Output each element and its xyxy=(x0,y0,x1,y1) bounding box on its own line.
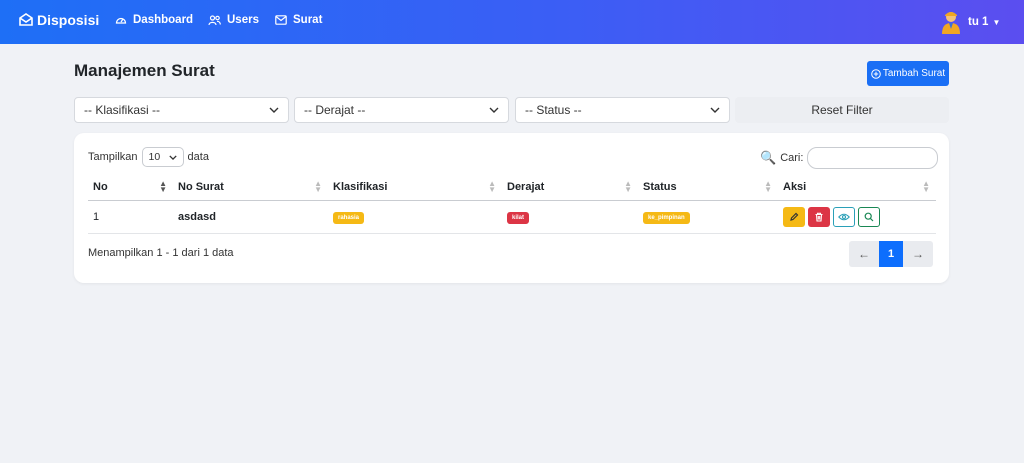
surat-table-card: Tampilkan 10 data 🔍 Cari: No ▲ ▼ No Surat ▲… xyxy=(74,133,949,283)
search-control: 🔍 Cari: xyxy=(760,147,939,169)
column-header-klasifikasi[interactable]: Klasifikasi ▲ ▼ xyxy=(328,174,502,201)
column-header-no[interactable]: No ▲ ▼ xyxy=(88,174,173,201)
column-header-label: No Surat xyxy=(178,180,224,193)
column-header-label: Klasifikasi xyxy=(333,180,388,193)
column-header-label: Aksi xyxy=(783,180,807,193)
table-row: 1 asdasd rahasia kilat ke_pimpinan xyxy=(88,200,936,234)
trash-icon xyxy=(815,212,823,222)
column-header-label: Status xyxy=(643,180,677,193)
klasifikasi-badge: rahasia xyxy=(333,211,365,224)
column-header-aksi[interactable]: Aksi ▲ ▼ xyxy=(778,174,936,201)
chevron-down-icon xyxy=(710,107,720,113)
klasifikasi-select-value: -- Klasifikasi -- xyxy=(84,103,161,117)
nav-surat[interactable]: Surat xyxy=(275,14,322,26)
status-select[interactable]: -- Status -- xyxy=(515,97,730,123)
nav-users[interactable]: Users xyxy=(208,14,259,26)
cell-klasifikasi: rahasia xyxy=(328,200,502,234)
users-icon xyxy=(208,15,221,26)
pagination: ← 1 → xyxy=(849,241,933,267)
cell-no-surat: asdasd xyxy=(173,200,328,234)
search-icon xyxy=(864,212,874,221)
nav-dashboard[interactable]: Dashboard xyxy=(115,14,193,26)
column-header-derajat[interactable]: Derajat ▲ ▼ xyxy=(502,174,638,201)
column-header-status[interactable]: Status ▲ ▼ xyxy=(638,174,778,201)
sort-icon: ▲ ▼ xyxy=(314,179,322,194)
page-length-prefix: Tampilkan xyxy=(88,151,138,163)
klasifikasi-select[interactable]: -- Klasifikasi -- xyxy=(74,97,289,123)
page-1-button[interactable]: 1 xyxy=(879,241,903,267)
derajat-badge: kilat xyxy=(507,211,530,224)
derajat-select[interactable]: -- Derajat -- xyxy=(294,97,509,123)
plus-circle-icon xyxy=(871,68,881,79)
view-button[interactable] xyxy=(833,206,855,227)
user-menu[interactable]: tu 1 ▼ xyxy=(940,10,1000,34)
eye-icon xyxy=(838,213,850,220)
brand[interactable]: Disposisi xyxy=(18,12,99,28)
user-name: tu 1 xyxy=(968,16,989,28)
sort-icon: ▲ ▼ xyxy=(624,179,632,194)
sort-icon: ▲ ▼ xyxy=(488,179,496,194)
navbar: Disposisi Dashboard Users Surat tu 1 ▼ xyxy=(0,0,1024,44)
delete-button[interactable] xyxy=(808,206,830,227)
page-length-suffix: data xyxy=(187,151,209,163)
status-select-value: -- Status -- xyxy=(525,103,582,117)
chevron-down-icon xyxy=(168,154,177,160)
table-header-row: No ▲ ▼ No Surat ▲ ▼ Klasifikasi ▲ ▼ Derajat ▲ ▼ … xyxy=(88,174,936,201)
next-page-button[interactable]: → xyxy=(903,241,933,267)
nav-users-label: Users xyxy=(227,14,259,26)
prev-page-button[interactable]: ← xyxy=(849,241,879,267)
row-actions xyxy=(783,206,931,227)
page-title: Manajemen Surat xyxy=(74,61,215,80)
envelope-icon xyxy=(275,15,287,25)
search-label: Cari: xyxy=(780,152,804,164)
surat-table: No ▲ ▼ No Surat ▲ ▼ Klasifikasi ▲ ▼ Derajat ▲ ▼ … xyxy=(88,174,936,234)
search-input[interactable] xyxy=(807,147,939,169)
column-header-label: Derajat xyxy=(507,180,545,193)
page-length-control: Tampilkan 10 data xyxy=(88,147,209,167)
cell-no: 1 xyxy=(88,200,173,234)
sort-icon: ▲ ▼ xyxy=(159,179,167,194)
cell-aksi xyxy=(778,200,936,234)
sort-icon: ▲ ▼ xyxy=(764,179,772,194)
reset-filter-button[interactable]: Reset Filter xyxy=(735,97,949,123)
brand-label: Disposisi xyxy=(37,12,100,28)
sort-icon: ▲ ▼ xyxy=(922,179,930,194)
page-length-select[interactable]: 10 xyxy=(141,147,184,167)
nav-surat-label: Surat xyxy=(293,14,323,26)
table-info: Menampilkan 1 - 1 dari 1 data xyxy=(88,247,234,259)
column-header-no-surat[interactable]: No Surat ▲ ▼ xyxy=(173,174,328,201)
avatar xyxy=(942,12,960,34)
derajat-select-value: -- Derajat -- xyxy=(304,103,366,117)
column-header-label: No xyxy=(93,180,108,193)
pencil-icon xyxy=(790,212,799,221)
add-surat-button[interactable]: Tambah Surat xyxy=(867,61,949,86)
status-badge: ke_pimpinan xyxy=(643,211,690,224)
nav-dashboard-label: Dashboard xyxy=(133,14,194,26)
chevron-down-icon xyxy=(489,107,499,113)
dashboard-icon xyxy=(115,17,127,24)
add-surat-label: Tambah Surat xyxy=(882,68,946,79)
cell-status: ke_pimpinan xyxy=(638,200,778,234)
envelope-open-icon xyxy=(19,13,33,26)
detail-button[interactable] xyxy=(858,206,880,227)
page-length-value: 10 xyxy=(148,151,161,163)
caret-down-icon: ▼ xyxy=(992,17,1001,27)
cell-derajat: kilat xyxy=(502,200,638,234)
magnifier-icon: 🔍 xyxy=(760,150,777,165)
edit-button[interactable] xyxy=(783,206,805,227)
chevron-down-icon xyxy=(269,107,279,113)
